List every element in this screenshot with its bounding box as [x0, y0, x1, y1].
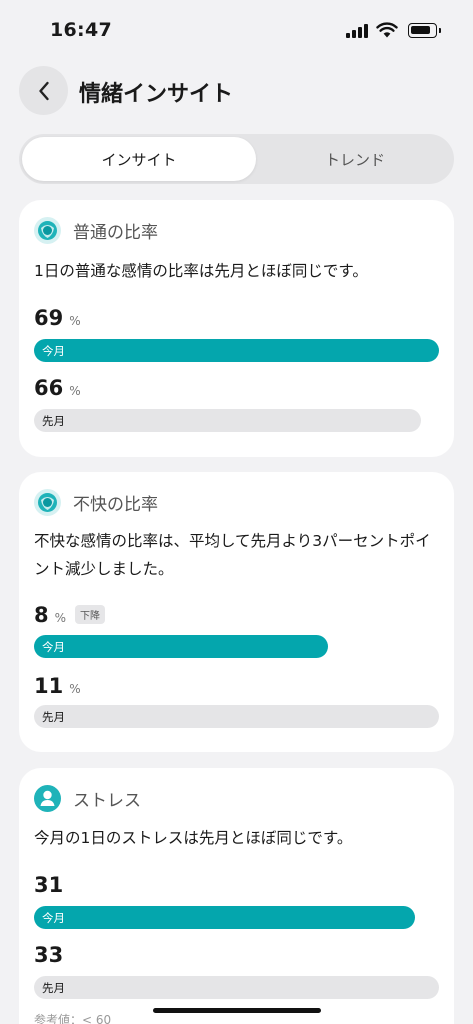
- current-value: 31: [34, 873, 63, 897]
- page-title: 情緒インサイト: [79, 82, 234, 107]
- previous-month-bar: 先月: [34, 409, 422, 432]
- previous-bar-track: 先月: [34, 976, 439, 999]
- previous-value-unit: %: [69, 682, 81, 696]
- card-description: 1日の普通な感情の比率は先月とほぼ同じです。: [34, 262, 368, 280]
- previous-bar-track: 先月: [34, 705, 439, 728]
- normal-ratio-card[interactable]: 普通の比率 1日の普通な感情の比率は先月とほぼ同じです。 69 % 今月 66 …: [19, 200, 454, 457]
- previous-value-number: 33: [34, 943, 64, 967]
- status-time: 16:47: [50, 19, 112, 41]
- current-value: 8 % 下降: [34, 603, 106, 627]
- current-value-unit: %: [69, 314, 81, 328]
- previous-month-label: 先月: [42, 709, 65, 724]
- unpleasant-ratio-card[interactable]: 不快の比率 不快な感情の比率は、平均して先月より3パーセントポイント減少しました…: [19, 472, 454, 752]
- cellular-signal-icon: [346, 24, 368, 38]
- previous-bar-track: 先月: [34, 409, 439, 432]
- previous-value-unit: %: [69, 384, 81, 398]
- card-description: 不快な感情の比率は、平均して先月より3パーセントポイント減少しました。: [34, 532, 431, 578]
- reference-note: 参考値：< 60: [34, 1013, 112, 1024]
- current-month-label: 今月: [42, 343, 65, 358]
- previous-value: 11 %: [34, 674, 81, 698]
- current-month-bar: 今月: [34, 635, 329, 658]
- tab-insight[interactable]: インサイト: [22, 137, 256, 181]
- previous-month-label: 先月: [42, 980, 65, 995]
- current-value-number: 8: [34, 603, 49, 627]
- emotion-ring-icon: [34, 216, 61, 244]
- card-description: 今月の1日のストレスは先月とほぼ同じです。: [34, 829, 353, 847]
- previous-value: 33: [34, 943, 63, 967]
- person-stress-icon: [34, 784, 61, 812]
- current-month-bar: 今月: [34, 906, 415, 929]
- tab-trend[interactable]: トレンド: [259, 137, 451, 181]
- card-title: 普通の比率: [73, 222, 158, 243]
- previous-month-bar: 先月: [34, 705, 439, 728]
- current-month-label: 今月: [42, 910, 65, 925]
- current-value-number: 69: [34, 306, 64, 330]
- current-value: 69 %: [34, 306, 81, 330]
- previous-value-number: 66: [34, 376, 64, 400]
- previous-month-bar: 先月: [34, 976, 439, 999]
- card-title: 不快の比率: [73, 494, 158, 515]
- current-value-unit: %: [54, 611, 67, 625]
- previous-month-label: 先月: [42, 413, 65, 428]
- current-bar-track: 今月: [34, 635, 439, 658]
- chevron-left-icon: [38, 81, 49, 100]
- stress-card[interactable]: ストレス 今月の1日のストレスは先月とほぼ同じです。 31 今月 33 先月 参…: [19, 768, 454, 1024]
- segmented-control: インサイト トレンド: [19, 134, 454, 184]
- current-bar-track: 今月: [34, 906, 439, 929]
- home-indicator[interactable]: [153, 1008, 321, 1013]
- status-bar: 16:47: [0, 0, 473, 62]
- back-button[interactable]: [19, 66, 68, 115]
- current-value-number: 31: [34, 873, 64, 897]
- previous-value: 66 %: [34, 376, 81, 400]
- card-title: ストレス: [73, 790, 141, 811]
- current-month-label: 今月: [42, 639, 65, 654]
- battery-icon: [408, 23, 441, 38]
- current-bar-track: 今月: [34, 339, 439, 362]
- emotion-ring-icon: [34, 488, 61, 516]
- trend-down-badge: 下降: [75, 605, 106, 624]
- current-month-bar: 今月: [34, 339, 439, 362]
- previous-value-number: 11: [34, 674, 64, 698]
- wifi-icon: [376, 22, 398, 38]
